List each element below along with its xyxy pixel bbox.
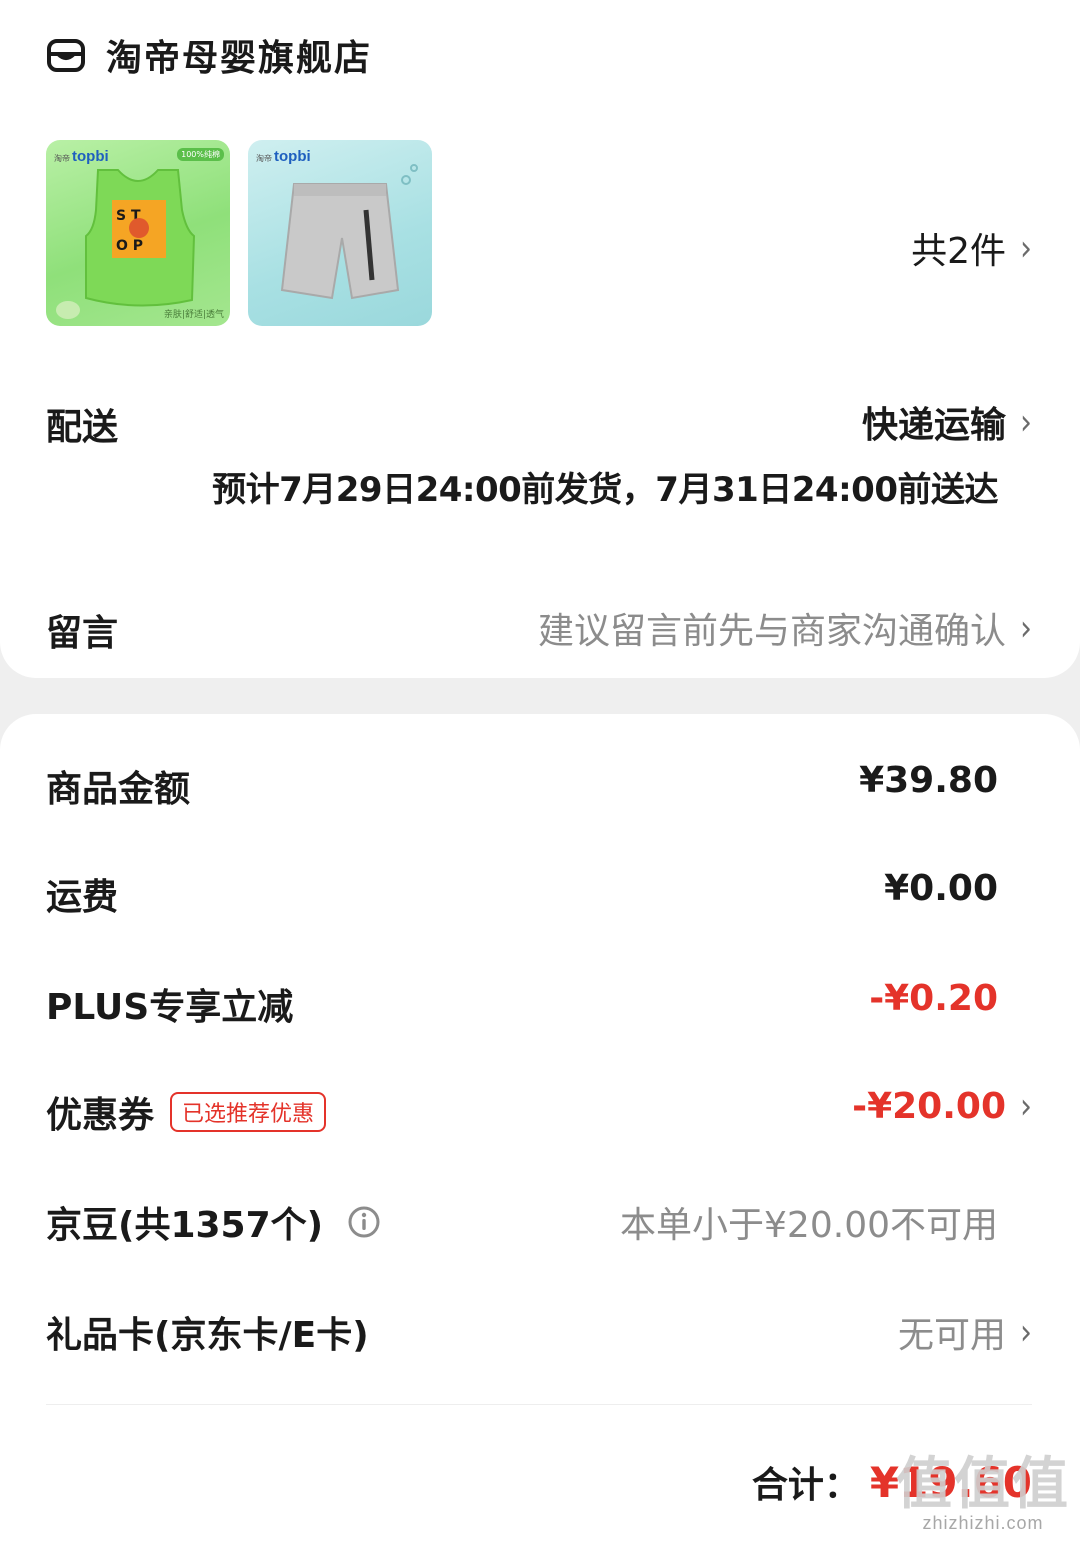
order-store-card: 淘帝母婴旗舰店 淘帝 topbi 100%纯棉 S T O P 亲肤|舒适|透气 …	[0, 0, 1080, 678]
product-thumbnail-shorts[interactable]: 淘帝 topbi	[248, 140, 432, 326]
coupon-selector[interactable]: -¥20.00 ›	[852, 1085, 1032, 1128]
chevron-right-icon: ›	[1020, 401, 1032, 443]
jd-beans-label-group: 京豆(共1357个)	[46, 1196, 381, 1248]
coupon-label-group: 优惠券 已选推荐优惠	[46, 1086, 327, 1138]
shipping-value: ¥0.00	[884, 868, 998, 909]
site-watermark: 值值值 zhizhizhi.com	[896, 1457, 1070, 1534]
plus-discount-label: PLUS专享立减	[46, 987, 294, 1028]
summary-divider	[46, 1404, 1032, 1405]
coupon-recommended-tag: 已选推荐优惠	[170, 1092, 327, 1132]
jd-beans-label: 京豆(共1357个)	[46, 1205, 324, 1246]
delivery-method: 快递运输	[861, 405, 1006, 446]
goods-amount-label: 商品金额	[46, 769, 191, 810]
coupon-label: 优惠券	[46, 1095, 155, 1136]
shipping-row: ¥0.00	[884, 868, 998, 909]
chevron-right-icon: ›	[1020, 607, 1032, 649]
message-label: 留言	[46, 613, 119, 654]
store-name: 淘帝母婴旗舰店	[106, 38, 373, 79]
goods-amount-value: ¥39.80	[859, 760, 998, 801]
gift-card-selector[interactable]: 无可用 ›	[898, 1306, 1032, 1358]
delivery-estimate: 预计7月29日24:00前发货，7月31日24:00前送达	[212, 470, 998, 510]
info-icon[interactable]	[347, 1205, 381, 1239]
message-input[interactable]: 建议留言前先与商家沟通确认 ›	[538, 602, 1032, 654]
chevron-right-icon: ›	[1020, 1085, 1032, 1128]
delivery-method-selector[interactable]: 快递运输 ›	[862, 396, 1032, 448]
store-icon	[46, 35, 86, 75]
item-count-link[interactable]: 共2件 ›	[911, 222, 1032, 274]
chevron-right-icon: ›	[1020, 227, 1032, 269]
goods-amount-row: ¥39.80	[859, 760, 998, 801]
jd-beans-value: 本单小于¥20.00不可用	[620, 1205, 998, 1246]
jd-beans-row: 本单小于¥20.00不可用	[620, 1196, 998, 1248]
total-label: 合计：	[751, 1465, 860, 1506]
gift-card-value: 无可用	[897, 1315, 1006, 1356]
gift-card-label: 礼品卡(京东卡/E卡)	[46, 1315, 369, 1356]
price-summary-card: 商品金额 ¥39.80 运费 ¥0.00 PLUS专享立减 -¥0.20 优惠券…	[0, 714, 1080, 1542]
shipping-label: 运费	[46, 877, 119, 918]
chevron-right-icon: ›	[1020, 1311, 1032, 1353]
product-thumbnail-tank-top[interactable]: 淘帝 topbi 100%纯棉 S T O P 亲肤|舒适|透气	[46, 140, 230, 326]
store-header[interactable]: 淘帝母婴旗舰店	[46, 30, 372, 80]
product-tagline: 亲肤|舒适|透气	[163, 310, 224, 320]
coupon-discount-value: -¥20.00	[852, 1086, 1006, 1127]
item-count-label: 共2件	[911, 231, 1006, 272]
svg-text:O P: O P	[116, 238, 143, 254]
delivery-label: 配送	[46, 407, 119, 448]
plus-discount-value: -¥0.20	[869, 978, 998, 1019]
tank-top-image: S T O P	[56, 169, 196, 319]
message-placeholder: 建议留言前先与商家沟通确认	[537, 611, 1006, 652]
watermark-logo: 值值值	[896, 1452, 1070, 1517]
shorts-image	[280, 164, 418, 300]
plus-discount-row: -¥0.20	[869, 978, 998, 1019]
